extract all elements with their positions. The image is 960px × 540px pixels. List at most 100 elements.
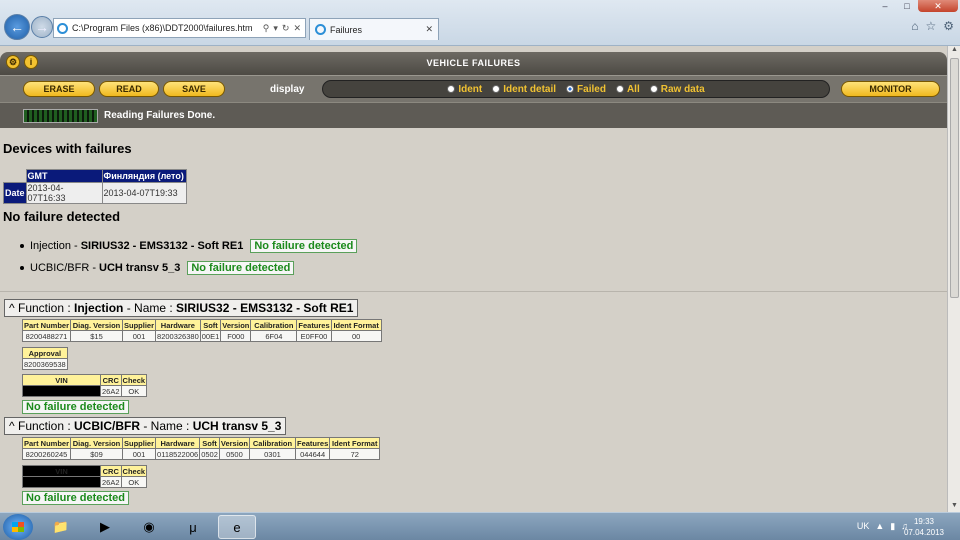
explorer-folder-icon[interactable]: 📁 (42, 515, 80, 539)
monitor-button[interactable]: MONITOR (841, 81, 940, 97)
column-header: CRC (100, 465, 122, 477)
ie-icon (315, 24, 326, 35)
network-icon[interactable]: ▲ (875, 521, 884, 532)
windows-logo-icon (12, 522, 24, 532)
media-player-icon[interactable]: ▶ (86, 515, 124, 539)
address-url[interactable]: C:\Program Files (x86)\DDT2000\failures.… (72, 23, 263, 33)
app-title: VEHICLE FAILURES (426, 58, 521, 68)
result-badge: No failure detected (22, 400, 130, 414)
table-cell: 6F04 (250, 330, 298, 342)
system-tray: UK ▲ ▮ ♫ (857, 521, 908, 532)
radio-icon[interactable] (615, 85, 624, 93)
radio-icon[interactable] (447, 85, 456, 93)
column-header: Diag. Version (70, 437, 124, 449)
summary-heading: No failure detected (3, 209, 121, 224)
option-failed[interactable]: Failed (566, 84, 606, 95)
table-cell: 72 (329, 448, 381, 460)
table-cell: 8200369538 (22, 358, 68, 370)
radio-icon[interactable] (492, 85, 501, 93)
option-label: Ident (458, 83, 483, 95)
save-button[interactable]: SAVE (163, 81, 225, 97)
forward-button[interactable]: → (31, 16, 53, 38)
internet-explorer-icon[interactable]: e (218, 515, 256, 539)
column-header: Calibration (248, 437, 296, 449)
collapse-caret-icon[interactable]: ^ (9, 419, 15, 433)
firefox-icon[interactable]: ◉ (130, 515, 168, 539)
utorrent-icon[interactable]: μ (174, 515, 212, 539)
table-cell: 8200260245 (21, 448, 72, 460)
date-row-label: Date (3, 182, 27, 204)
vin-table: VIN CRC Check 26A2 OK (22, 374, 148, 397)
radio-selected-icon[interactable] (566, 85, 575, 93)
option-raw-data[interactable]: Raw data (649, 83, 705, 95)
favorites-star-icon[interactable]: ☆ (925, 19, 936, 33)
tab-failures[interactable]: Failures ✕ (309, 18, 439, 40)
name-value: UCH transv 5_3 (192, 419, 282, 433)
window-controls: – □ ✕ (874, 0, 958, 12)
vertical-scrollbar[interactable]: ▲ ▼ (947, 46, 960, 512)
stop-icon[interactable]: ✕ (293, 23, 301, 34)
option-ident-detail[interactable]: Ident detail (492, 84, 556, 95)
column-header: Approval (22, 347, 68, 359)
column-header: Check (120, 374, 148, 386)
search-icon[interactable]: ⚲ (263, 23, 270, 34)
back-button[interactable]: ← (4, 14, 30, 40)
devices-heading: Devices with failures (3, 141, 132, 156)
status-bar: Reading Failures Done. (0, 102, 947, 128)
option-all[interactable]: All (615, 84, 640, 95)
column-header: Supplier (122, 437, 157, 449)
column-header: Soft (199, 319, 222, 331)
battery-icon[interactable]: ▮ (890, 521, 895, 532)
table-cell: 0118522006 (155, 448, 201, 460)
divider (0, 291, 947, 292)
display-label: display (270, 84, 305, 95)
gear-icon[interactable]: ⚙ (943, 19, 954, 33)
scroll-down-icon[interactable]: ▼ (948, 502, 960, 512)
bullet-icon (20, 266, 24, 270)
function-header[interactable]: ^ Function : Injection - Name : SIRIUS32… (4, 299, 359, 317)
browser-tools: ⌂ ☆ ⚙ (911, 19, 954, 33)
column-header: Ident Format (330, 319, 382, 331)
clock-time: 19:33 (913, 517, 934, 526)
language-indicator[interactable]: UK (857, 521, 870, 532)
column-header: VIN (22, 374, 101, 386)
tab-label: Failures (330, 24, 363, 35)
scroll-up-icon[interactable]: ▲ (948, 46, 960, 56)
read-button[interactable]: READ (99, 81, 159, 97)
option-ident[interactable]: Ident (447, 84, 482, 95)
column-header: Version (220, 319, 252, 331)
option-label: Ident detail (503, 83, 557, 95)
close-window-button[interactable]: ✕ (918, 0, 958, 12)
tab-close-icon[interactable]: ✕ (425, 24, 433, 35)
collapse-caret-icon[interactable]: ^ (9, 301, 15, 315)
column-header: Features (296, 319, 332, 331)
vin-table: VIN CRC Check 26A2 OK (22, 465, 148, 488)
erase-button[interactable]: ERASE (23, 81, 95, 97)
table-cell: 044644 (294, 448, 331, 460)
table-cell: 8200326380 (155, 330, 201, 342)
device-name: UCH transv 5_3 (99, 262, 181, 274)
result-badge: No failure detected (250, 239, 358, 253)
app-header: ⚙ i VEHICLE FAILURES (0, 52, 947, 75)
column-header: Features (294, 437, 331, 449)
clock[interactable]: 19:33 07.04.2013 (904, 516, 944, 538)
table-cell: $15 (70, 330, 124, 342)
function-header[interactable]: ^ Function : UCBIC/BFR - Name : UCH tran… (4, 417, 287, 435)
table-cell: OK (120, 385, 148, 397)
table-cell: 0301 (248, 448, 296, 460)
home-icon[interactable]: ⌂ (911, 19, 918, 33)
date-header: GMT (25, 169, 103, 183)
empty-cell (4, 170, 27, 183)
refresh-icon[interactable]: ↻ (282, 23, 290, 34)
dropdown-icon[interactable]: ▾ (273, 23, 278, 34)
address-bar[interactable]: C:\Program Files (x86)\DDT2000\failures.… (53, 18, 306, 38)
radio-icon[interactable] (649, 85, 658, 93)
device-type: UCBIC/BFR - (30, 262, 96, 274)
table-cell: 001 (122, 448, 157, 460)
redacted-vin (22, 476, 101, 488)
minimize-button[interactable]: – (874, 0, 896, 12)
option-label: Raw data (660, 83, 705, 95)
maximize-button[interactable]: □ (896, 0, 918, 12)
start-button[interactable] (3, 514, 33, 540)
scrollbar-thumb[interactable] (950, 58, 959, 298)
